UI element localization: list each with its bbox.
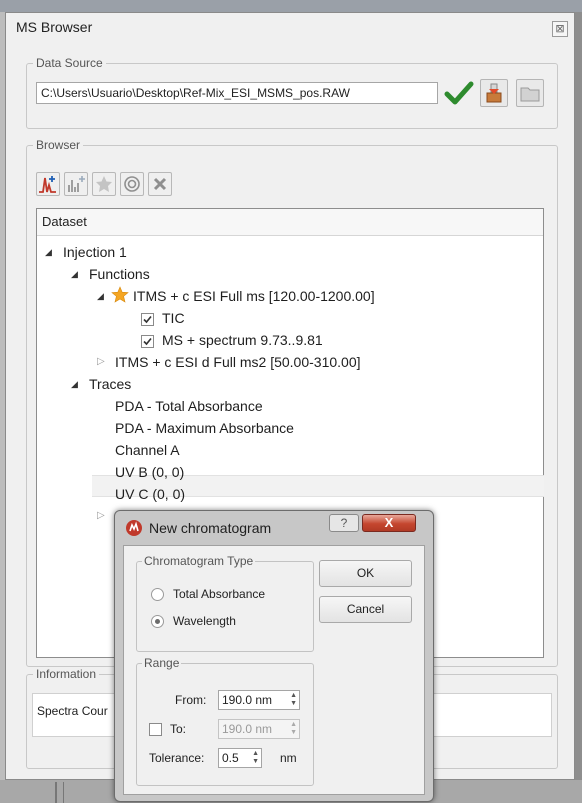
to-value: 190.0 nm [222,722,273,736]
browse-folder-button[interactable] [516,79,544,107]
dialog-body: Chromatogram Type Total Absorbance Wavel… [123,545,425,795]
star-icon [111,286,129,303]
expand-arrow-icon[interactable]: ◢ [71,379,78,390]
tree-node-function-ms2[interactable]: ITMS + c ESI d Full ms2 [50.00-310.00] [115,351,361,373]
tree-node-tic[interactable]: TIC [162,307,185,329]
spectrum-add-icon [68,176,85,192]
range-group: Range From: 190.0 nm ▲ ▼ To: 190.0 nm ▲ … [136,656,314,786]
cancel-button[interactable]: Cancel [319,596,412,623]
folder-icon [520,87,540,102]
window-title: MS Browser [16,19,93,35]
target-icon [124,176,140,192]
spin-up-icon[interactable]: ▲ [290,692,297,700]
ok-button[interactable]: OK [319,560,412,587]
from-label: From: [175,693,207,707]
browser-legend: Browser [36,138,81,152]
app-logo-icon [126,520,142,536]
tree-node-trace[interactable]: UV C (0, 0) [115,483,185,505]
tree-node-functions[interactable]: Functions [89,263,150,285]
information-text: Spectra Cour [37,704,108,718]
expand-arrow-icon[interactable]: ◢ [97,291,104,302]
spin-up-icon[interactable]: ▲ [252,750,259,758]
expand-arrow-icon[interactable]: ◢ [45,247,52,258]
from-value: 190.0 nm [222,693,273,707]
checkmark-icon [143,337,152,346]
window-close-button[interactable]: ⊠ [552,21,568,37]
chromatogram-add-icon [39,176,56,193]
tree-node-trace[interactable]: UV B (0, 0) [115,461,184,483]
tolerance-label: Tolerance: [149,751,205,765]
data-source-group: Data Source C:\Users\Usuario\Desktop\Ref… [26,56,558,129]
tree-node-trace[interactable]: PDA - Maximum Absorbance [115,417,294,439]
add-spectrum-button[interactable] [64,172,88,196]
background-window-strip [0,0,582,12]
delete-x-icon [153,177,167,191]
expand-arrow-icon[interactable]: ◢ [71,269,78,280]
add-chromatogram-button[interactable] [36,172,60,196]
wavelength-radio[interactable] [151,615,164,628]
tree-node-traces[interactable]: Traces [89,373,131,395]
total-absorbance-radio[interactable] [151,588,164,601]
total-absorbance-label[interactable]: Total Absorbance [173,587,265,601]
collapse-arrow-icon[interactable]: ▷ [97,510,105,521]
data-source-legend: Data Source [36,56,103,70]
spin-down-icon[interactable]: ▼ [252,758,259,766]
remove-button[interactable] [148,172,172,196]
tolerance-spinbox[interactable]: 0.5 ▲ ▼ [218,748,262,768]
favorite-button[interactable] [92,172,116,196]
tree-node-trace[interactable]: Channel A [115,439,180,461]
tree-node-spectrum[interactable]: MS + spectrum 9.73..9.81 [162,329,323,351]
to-spinbox[interactable]: 190.0 nm ▲ ▼ [218,719,300,739]
tic-checkbox[interactable] [141,313,154,326]
import-file-icon [486,83,502,103]
dialog-title: New chromatogram [149,520,272,536]
chromatogram-type-legend: Chromatogram Type [144,554,254,568]
spin-down-icon[interactable]: ▼ [290,700,297,708]
to-checkbox[interactable] [149,723,162,736]
checkmark-icon [444,81,474,105]
open-file-button[interactable] [480,79,508,107]
spin-down-icon[interactable]: ▼ [290,729,297,737]
background-divider [55,782,57,803]
chromatogram-type-group: Chromatogram Type Total Absorbance Wavel… [136,554,314,652]
tree-node-injection[interactable]: Injection 1 [63,241,127,263]
range-legend: Range [144,656,180,670]
wavelength-label[interactable]: Wavelength [173,614,236,628]
information-legend: Information [36,667,97,681]
tolerance-value: 0.5 [222,751,239,765]
tolerance-unit: nm [280,751,297,765]
data-source-path-input[interactable]: C:\Users\Usuario\Desktop\Ref-Mix_ESI_MSM… [36,82,438,104]
background-divider [63,782,64,803]
tree-column-header[interactable]: Dataset [37,209,543,236]
new-chromatogram-dialog: New chromatogram ? X Chromatogram Type T… [114,510,434,802]
collapse-arrow-icon[interactable]: ▷ [97,356,105,367]
spin-up-icon[interactable]: ▲ [290,721,297,729]
to-label: To: [170,722,187,736]
star-icon [96,176,112,192]
dialog-help-button[interactable]: ? [329,514,359,532]
from-spinbox[interactable]: 190.0 nm ▲ ▼ [218,690,300,710]
spectrum-checkbox[interactable] [141,335,154,348]
background-window-edge [575,12,582,780]
checkmark-icon [143,315,152,324]
tree-node-function-ms[interactable]: ITMS + c ESI Full ms [120.00-1200.00] [133,285,375,307]
tree-node-trace[interactable]: PDA - Total Absorbance [115,395,263,417]
confirm-source-button[interactable] [444,79,474,107]
dialog-close-button[interactable]: X [362,514,416,532]
target-button[interactable] [120,172,144,196]
